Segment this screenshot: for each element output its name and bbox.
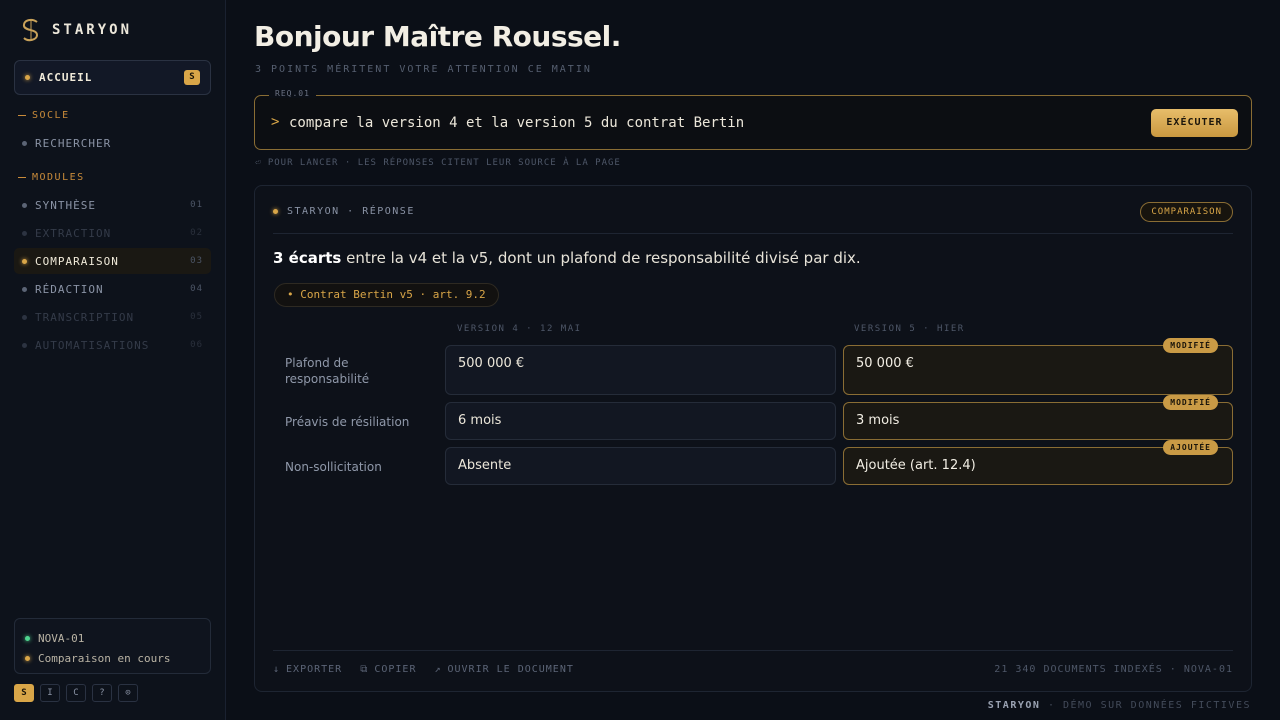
dot-icon [22, 286, 27, 292]
item-number: 01 [190, 200, 203, 210]
answer-summary: 3 écarts entre la v4 et la v5, dont un p… [273, 249, 861, 267]
sidebar-item-label: ACCUEIL [39, 71, 93, 84]
dot-icon [22, 342, 27, 348]
brand-name: STARYON [52, 22, 133, 38]
row-label: Plafond de responsabilité [285, 356, 370, 386]
execute-button[interactable]: EXÉCUTER [1151, 109, 1238, 137]
staryon-logo-icon [20, 18, 42, 42]
download-icon: ↓ [273, 664, 281, 675]
sidebar-item-rechercher[interactable]: RECHERCHER [14, 130, 211, 156]
settings-button[interactable]: ⊙ [118, 684, 138, 702]
request-box: REQ.01 > EXÉCUTER [254, 89, 1252, 150]
change-flag: MODIFIÉ [1163, 338, 1218, 353]
cell-v5: 3 mois MODIFIÉ [843, 395, 1233, 440]
sidebar-item-extraction: EXTRACTION 02 [14, 220, 211, 246]
sidebar-item-accueil[interactable]: ACCUEIL S [14, 60, 211, 95]
cell-v5-value: Ajoutée (art. 12.4) [856, 458, 976, 473]
sidebar-item-synthese[interactable]: SYNTHÈSE 01 [14, 192, 211, 218]
request-tag: REQ.01 [269, 89, 316, 98]
answer-actions: ↓ EXPORTER ⧉ COPIER ↗ OUVRIR LE DOCUMENT [273, 664, 574, 675]
footer-note: · DÉMO SUR DONNÉES FICTIVES [1040, 700, 1251, 711]
agent-name: NOVA-01 [38, 631, 85, 645]
row-label: Non-sollicitation [285, 460, 382, 474]
sidebar-item-label: RÉDACTION [35, 282, 104, 296]
row-label: Préavis de résiliation [285, 415, 410, 429]
section-title-socle: SOCLE [18, 110, 70, 121]
item-number: 06 [190, 340, 203, 350]
sidebar-item-label: EXTRACTION [35, 226, 112, 240]
sidebar-item-automatisations: AUTOMATISATIONS 06 [14, 332, 211, 358]
busy-status-icon [25, 655, 30, 661]
active-dot-icon [22, 258, 27, 264]
answer-card: STARYON · RÉPONSE COMPARAISON 3 écarts e… [254, 185, 1252, 692]
page-subtitle: 3 POINTS MÉRITENT VOTRE ATTENTION CE MAT… [255, 64, 592, 75]
sidebar-item-label: COMPARAISON [35, 254, 119, 268]
help-button[interactable]: ? [92, 684, 112, 702]
page-title: Bonjour Maître Roussel. [254, 20, 621, 53]
footer-brand: STARYON [987, 700, 1041, 711]
active-dot-icon [25, 75, 30, 80]
sidebar-item-transcription: TRANSCRIPTION 05 [14, 304, 211, 330]
agent-task: Comparaison en cours [38, 651, 171, 665]
export-button[interactable]: ↓ EXPORTER [273, 664, 342, 675]
quick-button-i[interactable]: I [40, 684, 60, 702]
cell-v4: 6 mois [445, 402, 836, 440]
sidebar: STARYON ACCUEIL S SOCLE RECHERCHER MODUL… [0, 0, 226, 720]
divider [273, 650, 1233, 651]
mode-badge: COMPARAISON [1140, 202, 1233, 222]
section-title-modules: MODULES [18, 172, 85, 183]
change-flag: AJOUTÉE [1163, 440, 1218, 455]
source-citation[interactable]: • Contrat Bertin v5 · art. 9.2 [274, 283, 499, 307]
dot-icon [22, 202, 27, 208]
index-meta: 21 340 DOCUMENTS INDEXÉS · NOVA-01 [994, 664, 1233, 675]
column-header-v4: VERSION 4 · 12 MAI [457, 324, 582, 334]
request-hint: ⏎ POUR LANCER · LES RÉPONSES CITENT LEUR… [255, 158, 621, 168]
item-number: 04 [190, 284, 203, 294]
answer-header: STARYON · RÉPONSE [273, 206, 415, 217]
cell-v4: 500 000 € [445, 345, 836, 395]
dot-icon [22, 230, 27, 236]
copy-icon: ⧉ [360, 664, 369, 675]
open-document-button[interactable]: ↗ OUVRIR LE DOCUMENT [434, 664, 573, 675]
answer-summary-bold: 3 écarts [273, 249, 342, 267]
footer-credit: STARYON · DÉMO SUR DONNÉES FICTIVES [988, 700, 1251, 711]
quick-button-c[interactable]: C [66, 684, 86, 702]
answer-summary-text: entre la v4 et la v5, dont un plafond de… [341, 249, 861, 267]
sidebar-item-redaction[interactable]: RÉDACTION 04 [14, 276, 211, 302]
item-number: 02 [190, 228, 203, 238]
cell-v4: Absente [445, 447, 836, 485]
item-number: 05 [190, 312, 203, 322]
cell-v5: 50 000 € MODIFIÉ [843, 338, 1233, 395]
quick-button-s[interactable]: S [14, 684, 34, 702]
sidebar-item-label: RECHERCHER [35, 136, 112, 150]
dot-icon [22, 140, 27, 146]
external-link-icon: ↗ [434, 664, 442, 675]
shortcut-badge: S [184, 70, 200, 85]
sidebar-item-comparaison[interactable]: COMPARAISON 03 [14, 248, 211, 274]
online-status-icon [25, 635, 30, 641]
prompt-chevron-icon: > [271, 114, 280, 130]
dot-icon [22, 314, 27, 320]
answer-dot-icon [273, 209, 278, 214]
cell-v5-value: 50 000 € [856, 356, 914, 371]
sidebar-item-label: SYNTHÈSE [35, 198, 96, 212]
sidebar-item-label: TRANSCRIPTION [35, 310, 135, 324]
cell-v5-value: 3 mois [856, 413, 900, 428]
copy-button[interactable]: ⧉ COPIER [360, 664, 416, 675]
cell-v5: Ajoutée (art. 12.4) AJOUTÉE [843, 440, 1233, 485]
answer-source-label: STARYON · RÉPONSE [287, 206, 415, 217]
quick-toolbar: S I C ? ⊙ [14, 684, 138, 702]
brand[interactable]: STARYON [20, 18, 132, 42]
column-header-v5: VERSION 5 · HIER [854, 324, 965, 334]
item-number: 03 [190, 256, 203, 266]
agent-status-panel: NOVA-01 Comparaison en cours [14, 618, 211, 674]
sidebar-item-label: AUTOMATISATIONS [35, 338, 150, 352]
request-input[interactable] [289, 110, 1139, 136]
change-flag: MODIFIÉ [1163, 395, 1218, 410]
divider [273, 233, 1233, 234]
